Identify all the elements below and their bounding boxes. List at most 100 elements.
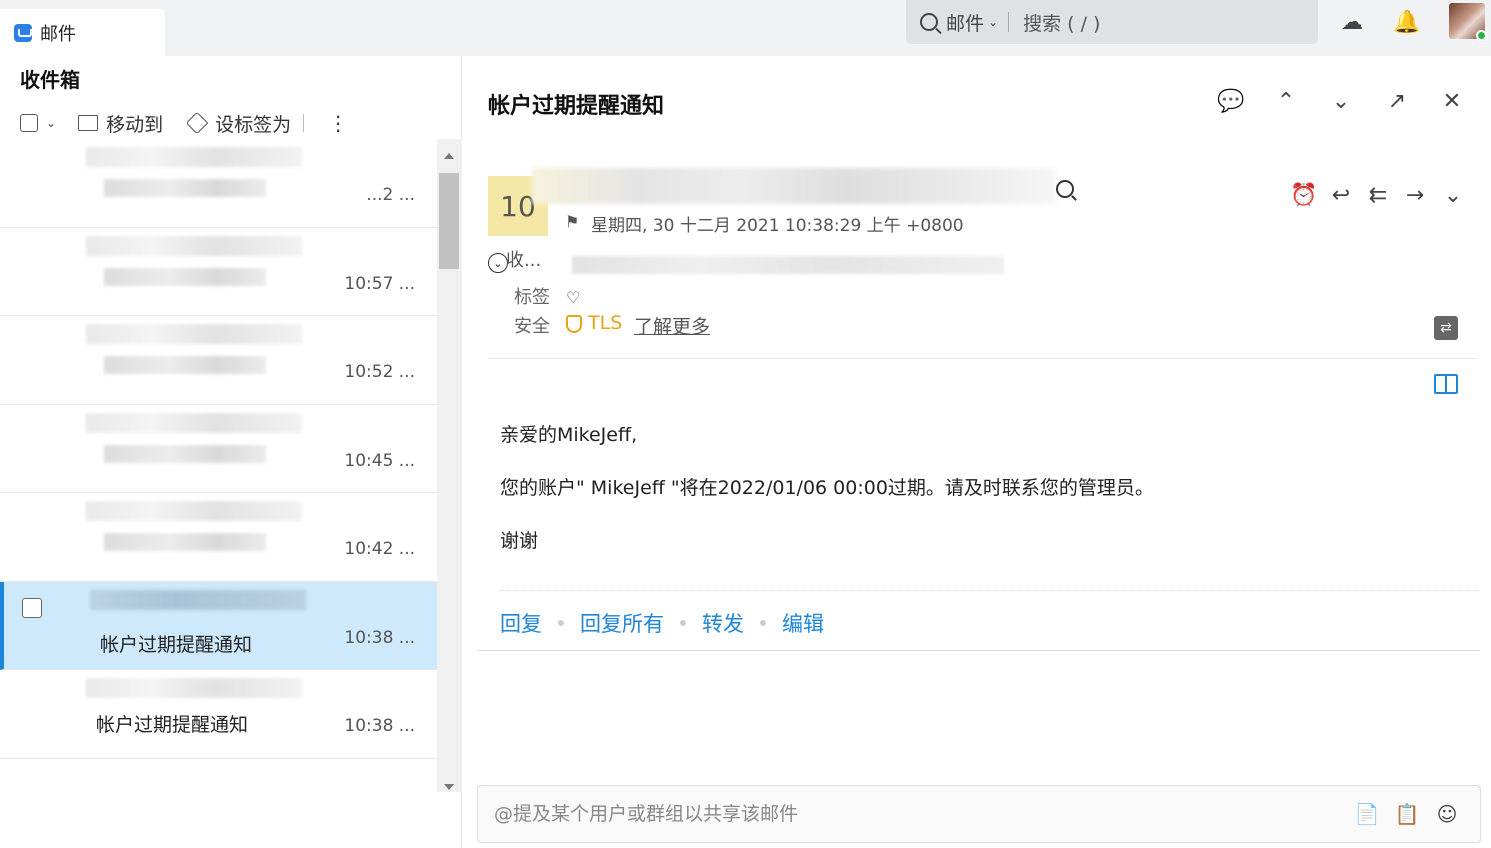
cloud-sync-icon[interactable]: ☁ [1336, 6, 1368, 38]
mail-time: 10:38 ... [344, 627, 415, 648]
tag-icon [185, 111, 209, 135]
chat-icon[interactable]: 💬 [1217, 88, 1244, 114]
list-item[interactable]: ...2 ... [0, 139, 437, 228]
chevron-up-icon[interactable]: ⌃ [1273, 88, 1299, 114]
scroll-thumb[interactable] [439, 173, 459, 269]
emoji-icon[interactable]: ☺ [1436, 802, 1458, 826]
redacted-subject [104, 444, 266, 463]
more-actions-chevron-icon[interactable]: ⌄ [1440, 182, 1466, 208]
actions-divider [477, 650, 1480, 651]
reading-mode-icon[interactable] [1434, 374, 1458, 394]
reply-button[interactable]: 回复 [500, 608, 542, 638]
close-icon[interactable]: ✕ [1439, 88, 1465, 114]
folder-icon [78, 115, 99, 131]
redacted-subject [104, 179, 266, 197]
toolbar-divider [303, 114, 305, 132]
share-icon[interactable]: ⇄ [1434, 316, 1458, 340]
list-item[interactable]: 10:42 ... [0, 493, 437, 582]
body-content: 您的账户" MikeJeff "将在2022/01/06 00:00过期。请及时… [500, 477, 1154, 499]
forward-icon[interactable]: → [1402, 182, 1428, 208]
mail-time: 10:57 ... [344, 273, 415, 294]
security-label: 安全 [514, 316, 550, 337]
redacted-sender [86, 147, 302, 167]
message-datetime: 星期四, 30 十二月 2021 10:38:29 上午 +0800 [591, 216, 964, 236]
expand-recipients-icon[interactable]: ⌄ [488, 253, 508, 273]
mail-list-scrollbar[interactable] [437, 139, 462, 792]
search-icon [920, 13, 938, 31]
redacted-sender [90, 589, 306, 610]
move-to-button[interactable]: 移动到 [106, 110, 163, 137]
mail-subject: 帐户过期提醒通知 [100, 633, 253, 656]
reading-pane: 帐户过期提醒通知 💬 ⌃ ⌄ ↗ ✕ 10 ⚑ 星期四, 30 十二月 2021… [462, 56, 1491, 848]
mail-time: 10:52 ... [344, 362, 415, 382]
tls-badge: TLS [588, 312, 623, 334]
redacted-sender [86, 678, 302, 698]
forward-button[interactable]: 转发 [702, 608, 744, 638]
reply-all-icon[interactable]: ⇇ [1365, 182, 1391, 208]
mail-list: ...2 ... 10:57 ... 10:52 ... 10:45 ... 1… [0, 139, 437, 792]
redacted-sender [86, 235, 302, 256]
mail-time: 10:42 ... [344, 539, 415, 559]
alarm-clock-icon[interactable]: ⏰ [1290, 182, 1317, 208]
reply-icon[interactable]: ↩ [1328, 182, 1354, 208]
list-item[interactable]: 10:57 ... [0, 227, 437, 316]
shield-icon [566, 315, 582, 333]
redacted-from [532, 168, 1056, 204]
tab-mail-label: 邮件 [40, 23, 76, 45]
redacted-sender [86, 324, 302, 344]
inbox-title: 收件箱 [20, 68, 80, 92]
clipboard-check-icon[interactable]: 📋 [1395, 802, 1420, 826]
action-separator [680, 620, 686, 626]
mail-time: ...2 ... [366, 185, 415, 205]
message-actions: 回复 回复所有 转发 编辑 [500, 608, 824, 638]
sender-search-icon[interactable] [1056, 180, 1074, 198]
bell-icon[interactable]: 🔔 [1391, 6, 1423, 38]
set-tag-button[interactable]: 设标签为 [215, 110, 291, 137]
mail-app-icon [14, 23, 32, 42]
action-separator [558, 620, 564, 626]
online-status-dot [1476, 30, 1487, 41]
search-bar[interactable]: 邮件 ⌄ 搜索 ( / ) [906, 0, 1318, 44]
body-closing: 谢谢 [500, 530, 539, 552]
mail-time: 10:38 ... [344, 716, 415, 736]
more-options-icon[interactable]: ⋮ [328, 111, 348, 135]
redacted-subject [104, 356, 266, 374]
flag-icon[interactable]: ⚑ [565, 212, 579, 231]
notes-icon[interactable]: 📄 [1355, 802, 1380, 826]
list-item-selected[interactable]: 帐户过期提醒通知 10:38 ... [0, 581, 437, 670]
reply-all-button[interactable]: 回复所有 [580, 608, 664, 638]
recipients-label[interactable]: 收... [506, 246, 541, 272]
chevron-down-icon[interactable]: ⌄ [1328, 88, 1354, 114]
search-input[interactable]: 搜索 ( / ) [1023, 9, 1100, 36]
pop-out-icon[interactable]: ↗ [1384, 88, 1410, 114]
comment-input[interactable] [478, 786, 1338, 842]
row-checkbox[interactable] [22, 597, 42, 618]
tag-add-icon[interactable]: ♡ [566, 288, 580, 307]
body-greeting: 亲爱的MikeJeff, [500, 424, 638, 446]
redacted-sender [86, 501, 302, 521]
scroll-down-arrow[interactable] [444, 784, 454, 790]
tab-mail[interactable]: 邮件 [0, 9, 165, 56]
list-item[interactable]: 10:52 ... [0, 316, 437, 405]
select-dropdown-icon[interactable]: ⌄ [46, 116, 56, 130]
list-item[interactable]: 10:45 ... [0, 404, 437, 493]
redacted-recipients [572, 256, 1004, 274]
body-divider [500, 590, 1480, 591]
list-item[interactable]: 帐户过期提醒通知 10:38 ... [0, 670, 437, 759]
redacted-sender [86, 412, 302, 433]
comment-box: 📄 📋 ☺ [477, 785, 1481, 843]
learn-more-link[interactable]: 了解更多 [634, 312, 710, 339]
search-scope[interactable]: 邮件 [946, 9, 984, 36]
chevron-down-icon[interactable]: ⌄ [988, 15, 998, 29]
select-all-checkbox[interactable] [20, 114, 38, 132]
tags-label: 标签 [514, 287, 550, 308]
message-subject: 帐户过期提醒通知 [488, 94, 665, 119]
list-toolbar: ⌄ 移动到 设标签为 ⋮ [20, 110, 348, 136]
redacted-subject [104, 533, 266, 551]
action-separator [760, 620, 766, 626]
mail-subject: 帐户过期提醒通知 [96, 714, 249, 736]
edit-button[interactable]: 编辑 [782, 608, 824, 638]
avatar[interactable] [1449, 3, 1487, 41]
scroll-up-arrow[interactable] [444, 153, 454, 159]
mail-time: 10:45 ... [344, 450, 415, 471]
